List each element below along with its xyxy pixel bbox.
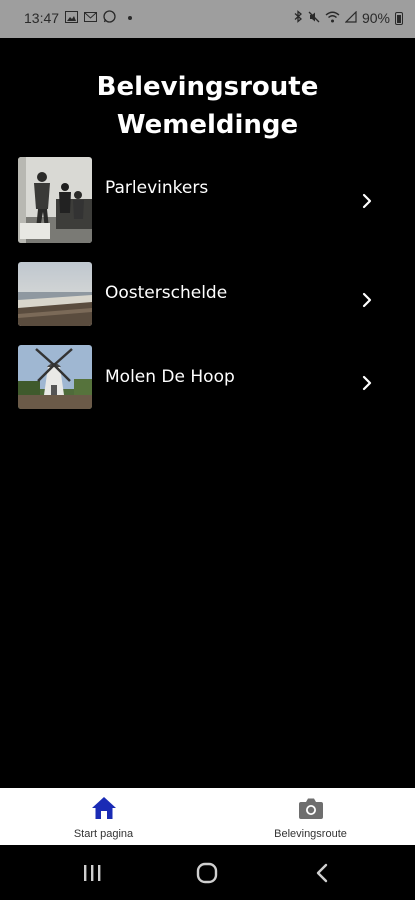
- nav-label-start-pagina: Start pagina: [73, 828, 134, 840]
- bottom-navigation: Start pagina Belevingsroute: [0, 788, 415, 845]
- nav-start-pagina[interactable]: Start pagina: [0, 788, 207, 845]
- whatsapp-notification-icon: [103, 10, 116, 26]
- route-label-molen-de-hoop: Molen De Hoop: [105, 367, 235, 387]
- oosterschelde-thumbnail: [18, 262, 92, 326]
- nav-label-belevingsroute: Belevingsroute: [274, 828, 347, 840]
- mail-notification-icon: [84, 11, 98, 26]
- signal-icon: [344, 10, 357, 26]
- list-item-molen-de-hoop[interactable]: Molen De Hoop: [18, 345, 398, 415]
- parlevinkers-thumbnail: [18, 157, 92, 243]
- route-label-parlevinkers: Parlevinkers: [105, 178, 209, 198]
- battery-icon: [395, 11, 403, 25]
- wifi-icon: [325, 11, 340, 26]
- bluetooth-icon: [293, 10, 303, 26]
- chevron-right-icon: [362, 193, 372, 209]
- gallery-notification-icon: [65, 10, 79, 26]
- status-bar: 13:47 90%: [0, 0, 415, 38]
- route-label-oosterschelde: Oosterschelde: [105, 283, 228, 303]
- page-title: Belevingsroute Wemeldinge: [96, 72, 319, 140]
- nav-belevingsroute[interactable]: Belevingsroute: [207, 788, 414, 845]
- home-icon: [91, 797, 116, 819]
- battery-percentage: 90%: [361, 10, 390, 26]
- recent-apps-icon[interactable]: [77, 859, 107, 887]
- chevron-right-icon: [362, 292, 372, 308]
- chevron-right-icon: [362, 375, 372, 391]
- more-notifications-dot: [128, 16, 133, 20]
- molen-de-hoop-thumbnail: [18, 345, 92, 409]
- list-item-parlevinkers[interactable]: Parlevinkers: [18, 157, 398, 243]
- back-icon[interactable]: [308, 859, 338, 887]
- system-navigation-bar: [0, 845, 415, 900]
- list-item-oosterschelde[interactable]: Oosterschelde: [18, 262, 398, 332]
- mute-icon: [308, 11, 320, 26]
- camera-icon: [298, 798, 323, 819]
- home-circle-icon[interactable]: [192, 859, 222, 887]
- status-bar-right: 90%: [293, 10, 403, 26]
- status-time: 13:47: [24, 10, 60, 26]
- status-bar-left: 13:47: [24, 10, 133, 26]
